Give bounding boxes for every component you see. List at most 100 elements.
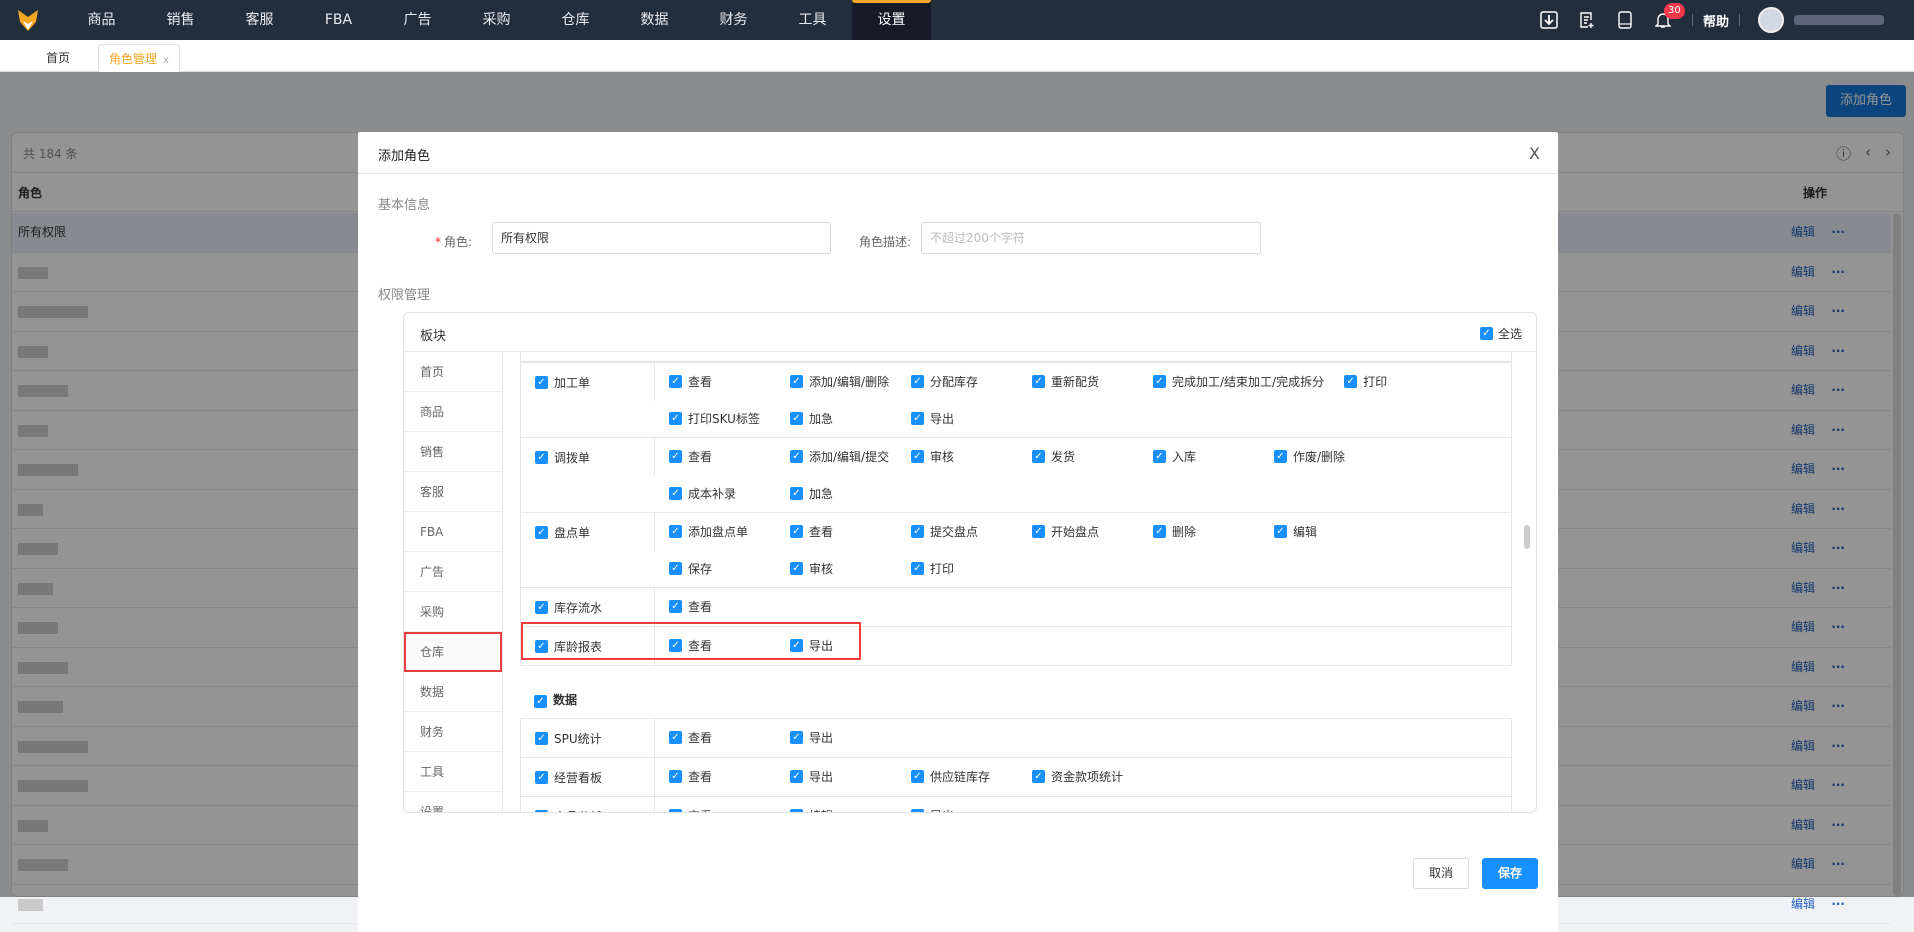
checkbox-icon[interactable]: ✓ (535, 450, 548, 464)
module-menu-item[interactable]: 客服 (404, 472, 502, 512)
permission-checkbox[interactable]: ✓ 查看 (669, 797, 790, 812)
module-menu-item[interactable]: 设置 (404, 792, 502, 812)
checkbox-icon[interactable]: ✓ (1032, 450, 1045, 463)
checkbox-icon[interactable]: ✓ (535, 639, 548, 653)
permission-checkbox[interactable]: ✓ 作废/删除 (1274, 438, 1395, 475)
module-menu-item[interactable]: 广告 (404, 552, 502, 592)
permission-checkbox[interactable]: ✓ 入库 (1153, 438, 1274, 475)
permission-group-checkbox[interactable]: ✓ SPU统计 (521, 719, 655, 757)
checkbox-icon[interactable]: ✓ (1032, 770, 1045, 783)
permission-group-checkbox[interactable]: ✓ 调拨单 (521, 438, 655, 476)
checkbox-icon[interactable]: ✓ (911, 450, 924, 463)
permission-checkbox[interactable]: ✓ 导出 (790, 758, 911, 795)
checkbox-icon[interactable]: ✓ (911, 375, 924, 388)
permission-checkbox[interactable]: ✓ 添加盘点单 (669, 513, 790, 550)
permission-checkbox[interactable]: ✓ 打印 (911, 550, 1032, 587)
close-icon[interactable]: X (1529, 144, 1540, 163)
permission-checkbox[interactable]: ✓ 加急 (790, 400, 911, 437)
checkbox-icon[interactable]: ✓ (669, 809, 682, 812)
permission-checkbox[interactable]: ✓ 重新配货 (1032, 363, 1153, 400)
checkbox-icon[interactable]: ✓ (669, 639, 682, 652)
mobile-icon[interactable] (1614, 9, 1636, 31)
select-all-checkbox[interactable]: ✓ 全选 (1479, 325, 1522, 342)
checkbox-icon[interactable]: ✓ (1153, 375, 1166, 388)
permission-checkbox[interactable]: ✓ 审核 (911, 438, 1032, 475)
permission-checkbox[interactable]: ✓ 查看 (669, 719, 790, 756)
checkbox-icon[interactable]: ✓ (790, 731, 803, 744)
permission-checkbox[interactable]: ✓ 添加/编辑/删除 (790, 363, 911, 400)
role-input[interactable]: 所有权限 (492, 222, 831, 254)
permission-scrollbar[interactable] (1524, 525, 1530, 549)
permission-group-checkbox[interactable]: ✓ 经营看板 (521, 758, 655, 796)
checkbox-icon[interactable]: ✓ (790, 412, 803, 425)
checkbox-icon[interactable]: ✓ (911, 562, 924, 575)
nav-item[interactable]: 数据 (615, 0, 694, 40)
permission-checkbox[interactable]: ✓ 成本补录 (669, 475, 790, 512)
permission-checkbox[interactable]: ✓ 编辑 (1274, 513, 1395, 550)
checkbox-icon[interactable]: ✓ (790, 487, 803, 500)
permission-checkbox[interactable]: ✓ 导出 (911, 400, 1032, 437)
permission-group-checkbox[interactable]: ✓ 库龄报表 (521, 627, 655, 665)
permission-checkbox[interactable]: ✓ 打印SKU标签 (669, 400, 790, 437)
permission-checkbox[interactable]: ✓ 查看 (669, 588, 790, 625)
checkbox-icon[interactable]: ✓ (535, 525, 548, 539)
checkbox-icon[interactable]: ✓ (790, 525, 803, 538)
nav-item[interactable]: 设置 (852, 0, 931, 40)
checkbox-icon[interactable]: ✓ (1344, 375, 1358, 388)
checkbox-icon[interactable]: ✓ (1153, 450, 1166, 463)
module-menu-item[interactable]: 销售 (404, 432, 502, 472)
help-link[interactable]: 帮助 (1703, 11, 1729, 30)
nav-item[interactable]: 财务 (694, 0, 773, 40)
permission-checkbox[interactable]: ✓ 打印 (1344, 363, 1465, 400)
permission-checkbox[interactable]: ✓ 资金款项统计 (1032, 758, 1153, 795)
checkbox-icon[interactable]: ✓ (535, 375, 548, 389)
module-menu-item[interactable]: FBA (404, 512, 502, 552)
permission-group-checkbox[interactable]: ✓ 库存流水 (521, 588, 655, 626)
module-menu-item[interactable]: 首页 (404, 352, 502, 392)
module-menu-item[interactable]: 财务 (404, 712, 502, 752)
checkbox-icon[interactable]: ✓ (790, 639, 803, 652)
checkbox-icon[interactable]: ✓ (535, 600, 548, 614)
nav-item[interactable]: 广告 (378, 0, 457, 40)
module-menu-item[interactable]: 采购 (404, 592, 502, 632)
module-menu-item[interactable]: 仓库 (404, 632, 502, 672)
checkbox-icon[interactable]: ✓ (669, 731, 682, 744)
checkbox-icon[interactable]: ✓ (1153, 525, 1166, 538)
cancel-button[interactable]: 取消 (1413, 858, 1469, 889)
checkbox-icon[interactable]: ✓ (911, 525, 924, 538)
permission-checkbox[interactable]: ✓ 导出 (911, 797, 1032, 812)
checkbox-icon[interactable]: ✓ (669, 412, 682, 425)
nav-item[interactable]: FBA (299, 0, 378, 40)
checkbox-icon[interactable]: ✓ (790, 450, 803, 463)
permission-checkbox[interactable]: ✓ 添加/编辑/提交 (790, 438, 911, 475)
checkbox-icon[interactable]: ✓ (911, 412, 924, 425)
fox-logo-icon[interactable] (16, 8, 40, 32)
nav-item[interactable]: 工具 (773, 0, 852, 40)
checkbox-icon[interactable]: ✓ (1274, 450, 1287, 463)
download-icon[interactable] (1538, 9, 1560, 31)
permission-checkbox[interactable]: ✓ 查看 (669, 758, 790, 795)
permission-group-checkbox[interactable]: ✓ 盘点单 (521, 513, 655, 551)
nav-item[interactable]: 商品 (62, 0, 141, 40)
permission-checkbox[interactable]: ✓ 开始盘点 (1032, 513, 1153, 550)
nav-item[interactable]: 采购 (457, 0, 536, 40)
permission-checkbox[interactable]: ✓ 查看 (669, 363, 790, 400)
checkbox-icon[interactable]: ✓ (1032, 375, 1045, 388)
permission-checkbox[interactable]: ✓ 发货 (1032, 438, 1153, 475)
save-button[interactable]: 保存 (1482, 858, 1538, 889)
checkbox-icon[interactable]: ✓ (1032, 525, 1045, 538)
checkbox-icon[interactable]: ✓ (669, 600, 682, 613)
checkbox-icon[interactable]: ✓ (669, 450, 682, 463)
bell-icon[interactable]: 30 (1652, 3, 1685, 31)
checkbox-icon[interactable]: ✓ (535, 809, 548, 812)
permission-checkbox[interactable]: ✓ 导出 (790, 627, 911, 664)
permission-checkbox[interactable]: ✓ 保存 (669, 550, 790, 587)
permission-checkbox[interactable]: ✓ 加急 (790, 475, 911, 512)
nav-item[interactable]: 客服 (220, 0, 299, 40)
checkbox-icon[interactable]: ✓ (669, 487, 682, 500)
add-document-icon[interactable] (1576, 9, 1598, 31)
checkbox-icon[interactable]: ✓ (669, 562, 682, 575)
checkbox-icon[interactable]: ✓ (1274, 525, 1287, 538)
module-menu-item[interactable]: 商品 (404, 392, 502, 432)
checkbox-icon[interactable]: ✓ (790, 562, 803, 575)
